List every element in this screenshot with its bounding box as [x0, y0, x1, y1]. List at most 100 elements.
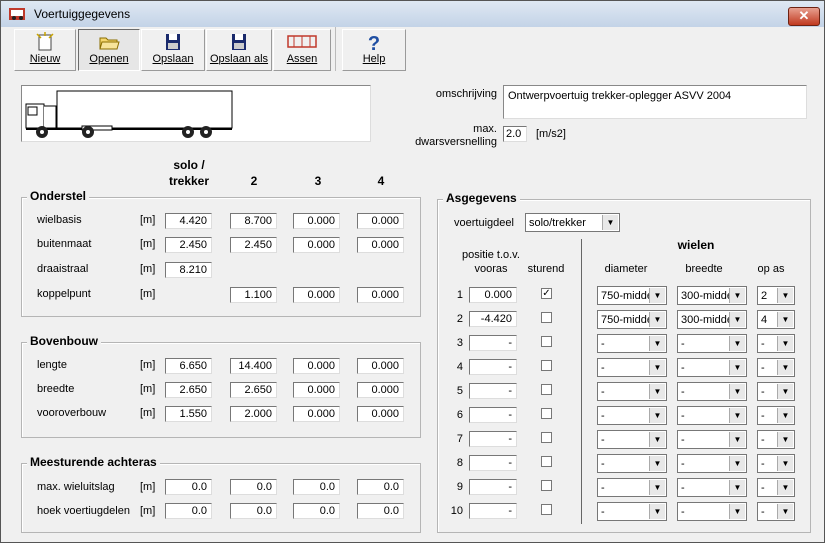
- chevron-down-icon: ▼: [649, 432, 665, 447]
- opas-select[interactable]: 2 ▼: [757, 286, 795, 305]
- axle-position-input[interactable]: -: [469, 479, 517, 495]
- toolbar: Nieuw Openen Opslaan Opslaan als Assen ?…: [1, 27, 824, 71]
- sturend-checkbox[interactable]: [541, 408, 552, 419]
- opas-select[interactable]: - ▼: [757, 406, 795, 425]
- omschrijving-field[interactable]: Ontwerpvoertuig trekker-oplegger ASVV 20…: [503, 85, 807, 119]
- breedte-3-input[interactable]: 0.000: [293, 382, 340, 398]
- axle-position-input[interactable]: -: [469, 407, 517, 423]
- voertuigdeel-select[interactable]: solo/trekker ▼: [525, 213, 620, 232]
- opas-select[interactable]: - ▼: [757, 454, 795, 473]
- buitenmaat-1-input[interactable]: 2.450: [165, 237, 212, 253]
- hoek-3-input[interactable]: 0.0: [293, 503, 340, 519]
- hoek-2-input[interactable]: 0.0: [230, 503, 277, 519]
- opas-select[interactable]: - ▼: [757, 430, 795, 449]
- breedte-1-input[interactable]: 2.650: [165, 382, 212, 398]
- breedte-select[interactable]: 300-midde ▼: [677, 286, 747, 305]
- buitenmaat-2-input[interactable]: 2.450: [230, 237, 277, 253]
- sturend-checkbox[interactable]: [541, 504, 552, 515]
- opas-select[interactable]: - ▼: [757, 334, 795, 353]
- opas-select[interactable]: - ▼: [757, 358, 795, 377]
- wielbasis-1-input[interactable]: 4.420: [165, 213, 212, 229]
- lengte-1-input[interactable]: 6.650: [165, 358, 212, 374]
- wieluitslag-4-input[interactable]: 0.0: [357, 479, 404, 495]
- wielbasis-3-input[interactable]: 0.000: [293, 213, 340, 229]
- save-as-button[interactable]: Opslaan als: [206, 29, 272, 71]
- diameter-select[interactable]: - ▼: [597, 502, 667, 521]
- sturend-checkbox[interactable]: [541, 360, 552, 371]
- axle-position-input[interactable]: 0.000: [469, 287, 517, 303]
- breedte-select[interactable]: - ▼: [677, 406, 747, 425]
- wieluitslag-2-input[interactable]: 0.0: [230, 479, 277, 495]
- axle-position-input[interactable]: -: [469, 335, 517, 351]
- axle-position-input[interactable]: -: [469, 431, 517, 447]
- sturend-checkbox[interactable]: [541, 480, 552, 491]
- diameter-select[interactable]: - ▼: [597, 406, 667, 425]
- koppelpunt-3-input[interactable]: 0.000: [293, 287, 340, 303]
- koppelpunt-4-input[interactable]: 0.000: [357, 287, 404, 303]
- axle-position-input[interactable]: -: [469, 359, 517, 375]
- diameter-select[interactable]: - ▼: [597, 454, 667, 473]
- save-button[interactable]: Opslaan: [141, 29, 205, 71]
- opas-select[interactable]: - ▼: [757, 382, 795, 401]
- breedte-select[interactable]: - ▼: [677, 478, 747, 497]
- new-button[interactable]: Nieuw: [14, 29, 76, 71]
- diameter-select[interactable]: - ▼: [597, 382, 667, 401]
- help-button[interactable]: ? Help: [342, 29, 406, 71]
- close-button[interactable]: ✕: [788, 7, 820, 26]
- buitenmaat-3-input[interactable]: 0.000: [293, 237, 340, 253]
- sturend-checkbox[interactable]: [541, 384, 552, 395]
- hoek-1-input[interactable]: 0.0: [165, 503, 212, 519]
- opas-select[interactable]: - ▼: [757, 478, 795, 497]
- buitenmaat-label: buitenmaat: [37, 238, 92, 250]
- lengte-4-input[interactable]: 0.000: [357, 358, 404, 374]
- breedte-select[interactable]: 300-midde ▼: [677, 310, 747, 329]
- breedte-select[interactable]: - ▼: [677, 358, 747, 377]
- open-button[interactable]: Openen: [78, 29, 140, 71]
- vooroverbouw-2-input[interactable]: 2.000: [230, 406, 277, 422]
- breedte-select[interactable]: - ▼: [677, 430, 747, 449]
- vooroverbouw-1-input[interactable]: 1.550: [165, 406, 212, 422]
- breedte-select[interactable]: - ▼: [677, 334, 747, 353]
- lengte-2-input[interactable]: 14.400: [230, 358, 277, 374]
- buitenmaat-4-input[interactable]: 0.000: [357, 237, 404, 253]
- diameter-select[interactable]: - ▼: [597, 334, 667, 353]
- opas-value: -: [761, 458, 765, 470]
- hoek-4-input[interactable]: 0.0: [357, 503, 404, 519]
- breedte-select[interactable]: - ▼: [677, 502, 747, 521]
- diameter-select[interactable]: - ▼: [597, 478, 667, 497]
- axle-position-input[interactable]: -4.420: [469, 311, 517, 327]
- diameter-select[interactable]: 750-midde ▼: [597, 286, 667, 305]
- sturend-checkbox[interactable]: [541, 432, 552, 443]
- wielbasis-2-input[interactable]: 8.700: [230, 213, 277, 229]
- opas-select[interactable]: - ▼: [757, 502, 795, 521]
- koppelpunt-2-input[interactable]: 1.100: [230, 287, 277, 303]
- axle-position-input[interactable]: -: [469, 455, 517, 471]
- vooroverbouw-4-input[interactable]: 0.000: [357, 406, 404, 422]
- accel-input[interactable]: 2.0: [503, 126, 527, 142]
- wieluitslag-unit: [m]: [140, 481, 156, 493]
- axle-position-input[interactable]: -: [469, 383, 517, 399]
- sturend-checkbox[interactable]: [541, 336, 552, 347]
- diameter-select[interactable]: 750-midde ▼: [597, 310, 667, 329]
- diameter-select[interactable]: - ▼: [597, 430, 667, 449]
- breedte-select[interactable]: - ▼: [677, 454, 747, 473]
- draaistraal-1-input[interactable]: 8.210: [165, 262, 212, 278]
- breedte-select[interactable]: - ▼: [677, 382, 747, 401]
- wielbasis-4-input[interactable]: 0.000: [357, 213, 404, 229]
- sturend-checkbox[interactable]: ✓: [541, 288, 552, 299]
- vooroverbouw-3-input[interactable]: 0.000: [293, 406, 340, 422]
- vooroverbouw-label: vooroverbouw: [37, 407, 107, 419]
- sturend-checkbox[interactable]: [541, 456, 552, 467]
- breedte-value: -: [681, 506, 685, 518]
- lengte-3-input[interactable]: 0.000: [293, 358, 340, 374]
- wieluitslag-1-input[interactable]: 0.0: [165, 479, 212, 495]
- axle-position-input[interactable]: -: [469, 503, 517, 519]
- diameter-select[interactable]: - ▼: [597, 358, 667, 377]
- axles-button[interactable]: Assen: [273, 29, 331, 71]
- wieluitslag-3-input[interactable]: 0.0: [293, 479, 340, 495]
- breedte-4-input[interactable]: 0.000: [357, 382, 404, 398]
- sturend-checkbox[interactable]: [541, 312, 552, 323]
- opas-value: -: [761, 482, 765, 494]
- breedte-2-input[interactable]: 2.650: [230, 382, 277, 398]
- opas-select[interactable]: 4 ▼: [757, 310, 795, 329]
